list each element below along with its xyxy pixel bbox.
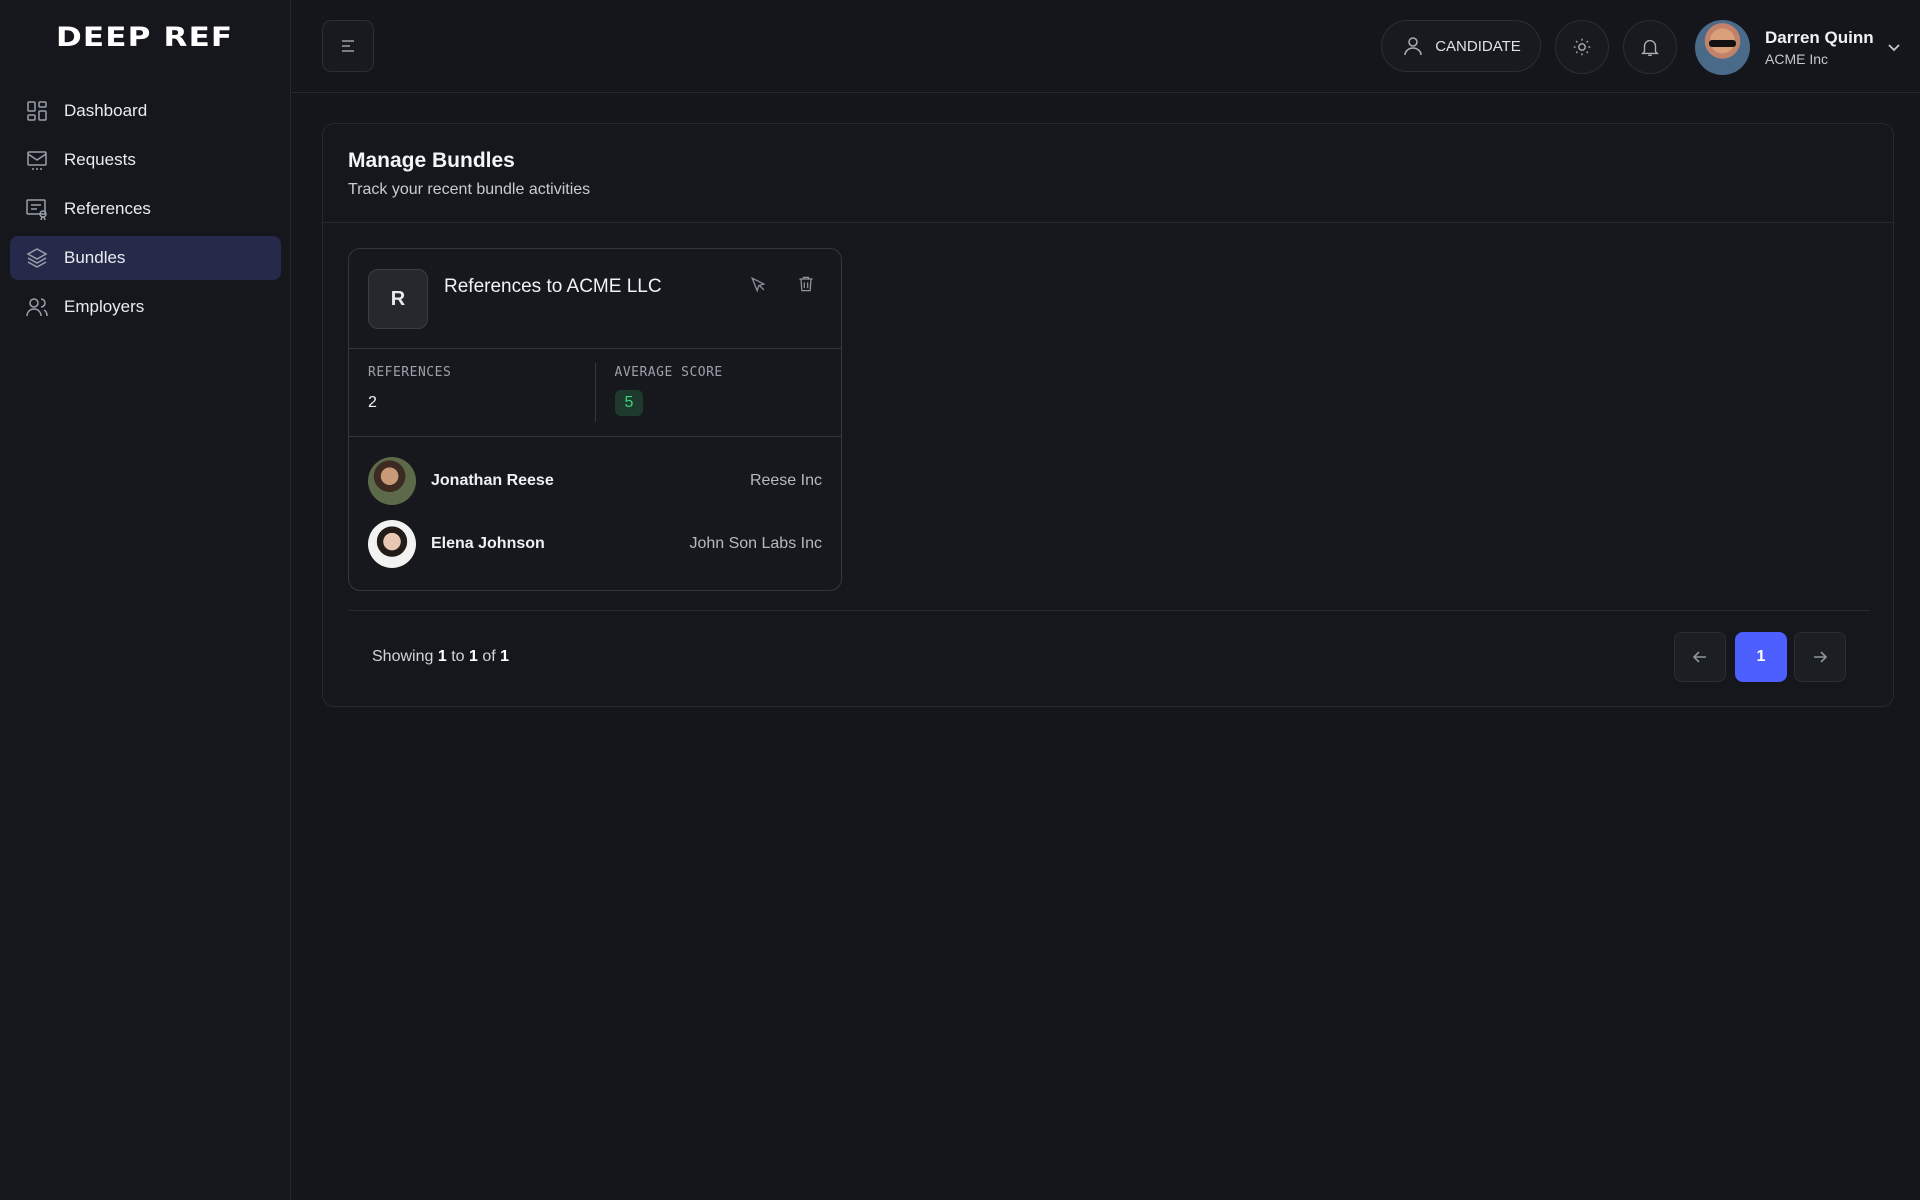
sidebar-item-label: Dashboard: [64, 101, 148, 120]
references-icon: [24, 196, 50, 222]
divider: [348, 610, 1870, 611]
role-switch-button[interactable]: CANDIDATE: [1381, 20, 1541, 72]
trash-icon: [799, 276, 813, 292]
cursor-click-icon: [750, 276, 766, 293]
delete-button[interactable]: [794, 272, 818, 296]
manage-bundles-panel: Manage Bundles Track your recent bundle …: [322, 123, 1894, 707]
bundles-icon: [24, 245, 50, 271]
average-score-badge: 5: [614, 390, 644, 416]
role-label: CANDIDATE: [1435, 37, 1521, 55]
page-1-button[interactable]: 1: [1735, 632, 1787, 682]
user-menu[interactable]: Darren Quinn ACME Inc: [1695, 19, 1904, 75]
list-item[interactable]: Elena Johnson John Son Labs Inc: [368, 520, 822, 568]
theme-toggle-button[interactable]: [1555, 20, 1609, 74]
reference-name: Jonathan Reese: [431, 472, 554, 489]
arrow-left-icon: [1692, 651, 1706, 663]
sidebar-item-label: References: [64, 199, 151, 218]
previous-page-button[interactable]: [1674, 632, 1726, 682]
avatar: [368, 520, 416, 568]
next-page-button[interactable]: [1794, 632, 1846, 682]
menu-toggle-button[interactable]: [322, 20, 374, 72]
sidebar-nav: Dashboard Requests References Bundles Em…: [10, 89, 281, 334]
page-title: Manage Bundles: [348, 149, 515, 172]
references-count: 2: [368, 394, 377, 411]
avatar: [368, 457, 416, 505]
bundle-card[interactable]: R References to ACME LLC REFERENCES 2 AV…: [348, 248, 842, 591]
reference-org: Reese Inc: [749, 472, 822, 489]
sidebar-item-label: Requests: [64, 150, 136, 169]
chevron-down-icon: [1884, 37, 1904, 57]
reference-org: John Son Labs Inc: [689, 535, 822, 552]
sidebar-item-requests[interactable]: Requests: [10, 138, 281, 182]
sidebar-item-label: Bundles: [64, 248, 126, 267]
average-score-label: AVERAGE SCORE: [614, 365, 723, 380]
sidebar-item-bundles[interactable]: Bundles: [10, 236, 281, 280]
bundle-badge: R: [368, 269, 428, 329]
app-logo[interactable]: DEEP REF: [56, 22, 236, 53]
sidebar-item-label: Employers: [64, 297, 145, 316]
page-subtitle: Track your recent bundle activities: [348, 181, 591, 198]
pagination-summary: Showing 1 to 1 of 1: [372, 648, 510, 665]
sidebar: DEEP REF Dashboard Requests References B…: [0, 0, 291, 1200]
share-button[interactable]: [746, 272, 770, 296]
notifications-button[interactable]: [1623, 20, 1677, 74]
references-label: REFERENCES: [368, 365, 452, 380]
menu-icon: [342, 40, 354, 52]
employers-icon: [24, 294, 50, 320]
reference-name: Elena Johnson: [431, 535, 545, 552]
bundle-title: References to ACME LLC: [444, 276, 662, 297]
requests-icon: [24, 147, 50, 173]
sidebar-item-references[interactable]: References: [10, 187, 281, 231]
dashboard-icon: [24, 98, 50, 124]
sidebar-item-dashboard[interactable]: Dashboard: [10, 89, 281, 133]
user-org: ACME Inc: [1765, 50, 1829, 67]
sidebar-item-employers[interactable]: Employers: [10, 285, 281, 329]
user-name: Darren Quinn: [1765, 27, 1874, 47]
bell-icon: [1641, 39, 1659, 56]
topbar: CANDIDATE Darren Quinn ACME Inc: [292, 0, 1920, 93]
avatar: [1695, 19, 1750, 75]
list-item[interactable]: Jonathan Reese Reese Inc: [368, 457, 822, 505]
user-icon: [1404, 37, 1422, 56]
arrow-right-icon: [1814, 651, 1828, 663]
sun-icon: [1573, 38, 1591, 56]
